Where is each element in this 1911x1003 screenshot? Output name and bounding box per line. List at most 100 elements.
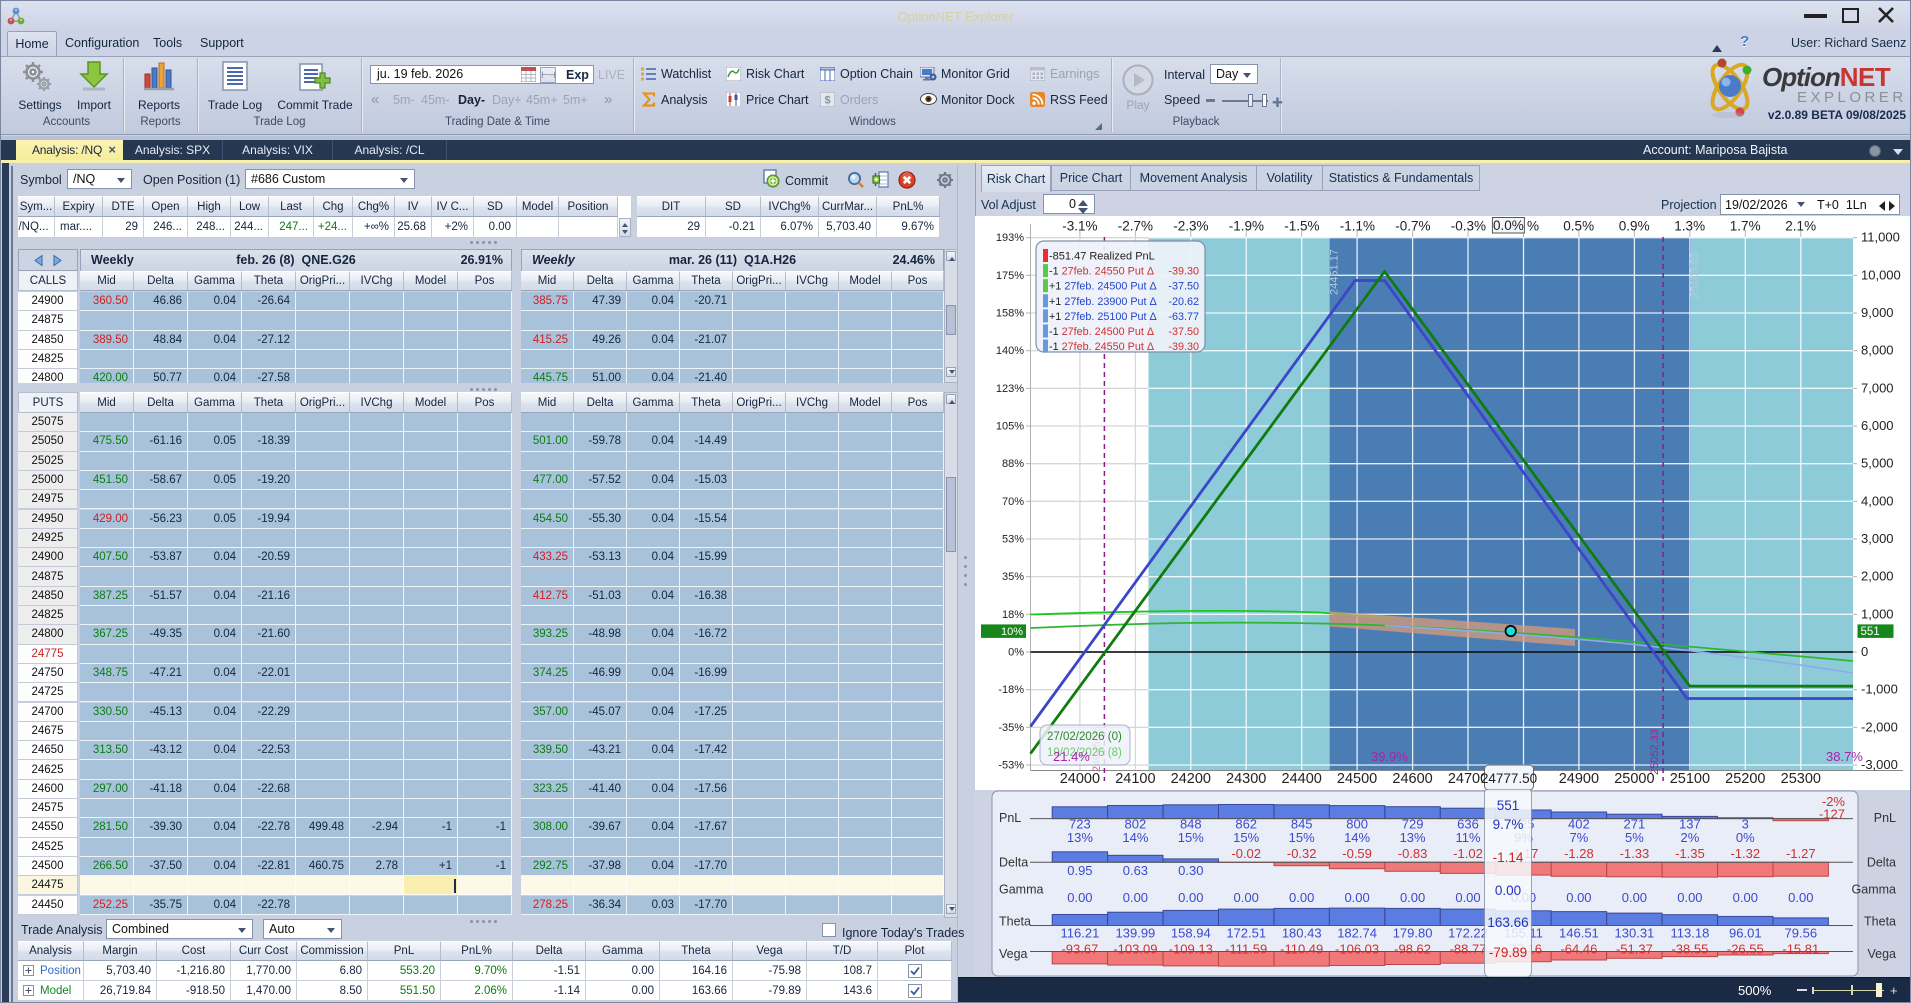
svg-text:180.43: 180.43 <box>1282 926 1322 941</box>
svg-text:-1.33: -1.33 <box>1620 846 1650 861</box>
svg-text:0%: 0% <box>1736 830 1755 845</box>
svg-text:158.94: 158.94 <box>1171 926 1211 941</box>
svg-text:-103.09: -103.09 <box>1113 942 1157 957</box>
svg-text:-1.14: -1.14 <box>1493 850 1524 865</box>
svg-text:-110.49: -110.49 <box>1280 942 1323 957</box>
svg-text:0.30: 0.30 <box>1178 863 1203 878</box>
svg-text:0.00: 0.00 <box>1566 890 1591 905</box>
svg-text:0.00: 0.00 <box>1178 890 1203 905</box>
svg-text:35%: 35% <box>1002 571 1024 583</box>
svg-text:53%: 53% <box>1002 534 1024 546</box>
svg-text:-0.3%: -0.3% <box>1451 219 1486 234</box>
svg-text:-63.77: -63.77 <box>1168 311 1199 323</box>
svg-text:0.00: 0.00 <box>1455 890 1480 905</box>
svg-text:Theta: Theta <box>999 915 1031 929</box>
svg-text:-106.03: -106.03 <box>1335 942 1379 957</box>
svg-text:0.0%: 0.0% <box>1493 218 1524 233</box>
svg-text:-79.89: -79.89 <box>1489 945 1527 960</box>
svg-text:1,000: 1,000 <box>1861 606 1894 621</box>
svg-text:105%: 105% <box>996 421 1024 433</box>
svg-text:3,000: 3,000 <box>1861 531 1894 546</box>
svg-text:-93.67: -93.67 <box>1061 942 1098 957</box>
svg-text:Delta: Delta <box>999 856 1028 870</box>
svg-text:15%: 15% <box>1289 830 1315 845</box>
svg-text:24900: 24900 <box>1559 771 1599 787</box>
svg-text:0%: 0% <box>1008 647 1024 659</box>
svg-text:70%: 70% <box>1002 496 1024 508</box>
svg-text:-851.47 Realized PnL: -851.47 Realized PnL <box>1049 251 1155 263</box>
svg-text:-109.13: -109.13 <box>1169 942 1213 957</box>
svg-text:-3,000: -3,000 <box>1861 757 1898 772</box>
svg-text:-0.83: -0.83 <box>1398 846 1428 861</box>
svg-text:-1 27feb. 24550 Put Δ: -1 27feb. 24550 Put Δ <box>1049 266 1154 278</box>
svg-text:-51.37: -51.37 <box>1616 942 1653 957</box>
svg-text:96.01: 96.01 <box>1729 926 1762 941</box>
svg-text:-0.32: -0.32 <box>1287 846 1317 861</box>
svg-text:Gamma: Gamma <box>1852 883 1897 897</box>
svg-text:0.00: 0.00 <box>1400 890 1425 905</box>
svg-text:-20.62: -20.62 <box>1168 296 1199 308</box>
svg-text:13%: 13% <box>1400 830 1426 845</box>
svg-text:88%: 88% <box>1002 458 1024 470</box>
svg-text:113.18: 113.18 <box>1671 926 1710 941</box>
svg-text:15%: 15% <box>1233 830 1259 845</box>
svg-text:-39.30: -39.30 <box>1168 341 1199 353</box>
svg-text:Delta: Delta <box>1867 856 1896 870</box>
svg-text:-2.3%: -2.3% <box>1173 219 1208 234</box>
svg-text:139.99: 139.99 <box>1116 926 1156 941</box>
svg-text:+1 27feb. 25100 Put Δ: +1 27feb. 25100 Put Δ <box>1049 311 1157 323</box>
svg-text:25300: 25300 <box>1781 771 1821 787</box>
svg-text:24100: 24100 <box>1115 771 1155 787</box>
svg-text:172.22: 172.22 <box>1448 926 1488 941</box>
svg-text:-1 27feb. 24500 Put Δ: -1 27feb. 24500 Put Δ <box>1049 326 1154 338</box>
svg-text:Vega: Vega <box>1867 947 1896 961</box>
svg-text:0.63: 0.63 <box>1123 863 1148 878</box>
svg-text:25000: 25000 <box>1614 771 1654 787</box>
svg-text:1.3%: 1.3% <box>1674 219 1705 234</box>
svg-text:-1.1%: -1.1% <box>1340 219 1375 234</box>
svg-text:PnL: PnL <box>999 811 1021 825</box>
svg-text:0.00: 0.00 <box>1495 883 1521 898</box>
svg-text:39.9%: 39.9% <box>1371 749 1408 764</box>
svg-text:Theta: Theta <box>1864 915 1896 929</box>
svg-text:21.4%: 21.4% <box>1053 749 1090 764</box>
svg-text:0.00: 0.00 <box>1622 890 1647 905</box>
svg-text:0.95: 0.95 <box>1067 863 1092 878</box>
svg-text:182.74: 182.74 <box>1337 926 1377 941</box>
svg-text:0.00: 0.00 <box>1733 890 1758 905</box>
svg-text:-1 27feb. 24550 Put Δ: -1 27feb. 24550 Put Δ <box>1049 341 1154 353</box>
svg-text:130.31: 130.31 <box>1615 926 1655 941</box>
svg-text:0.00: 0.00 <box>1123 890 1148 905</box>
svg-text:14%: 14% <box>1122 830 1148 845</box>
svg-text:4,000: 4,000 <box>1861 493 1894 508</box>
svg-text:27/02/2026 (0): 27/02/2026 (0) <box>1047 731 1122 743</box>
svg-text:140%: 140% <box>996 345 1024 357</box>
svg-text:11%: 11% <box>1455 830 1480 845</box>
svg-text:2%: 2% <box>1681 830 1700 845</box>
svg-text:-53%: -53% <box>998 760 1024 772</box>
svg-text:2,000: 2,000 <box>1861 569 1894 584</box>
svg-text:+1 27feb. 23900 Put Δ: +1 27feb. 23900 Put Δ <box>1049 296 1157 308</box>
svg-text:146.51: 146.51 <box>1559 926 1599 941</box>
svg-text:-37.50: -37.50 <box>1168 326 1199 338</box>
svg-text:24000: 24000 <box>1060 771 1100 787</box>
svg-text:9.7%: 9.7% <box>1493 817 1524 832</box>
svg-text:-3.1%: -3.1% <box>1062 219 1097 234</box>
svg-text:79.56: 79.56 <box>1785 926 1818 941</box>
svg-text:-37.50: -37.50 <box>1168 281 1199 293</box>
svg-text:24500: 24500 <box>1337 771 1377 787</box>
svg-text:0.00: 0.00 <box>1677 890 1702 905</box>
svg-text:-1,000: -1,000 <box>1861 682 1898 697</box>
svg-text:7,000: 7,000 <box>1861 380 1894 395</box>
svg-text:1.7%: 1.7% <box>1730 219 1761 234</box>
svg-text:-98.62: -98.62 <box>1394 942 1431 957</box>
svg-text:0.00: 0.00 <box>1234 890 1259 905</box>
svg-text:13%: 13% <box>1067 830 1093 845</box>
svg-text:-2,000: -2,000 <box>1861 719 1898 734</box>
svg-text:-1.27: -1.27 <box>1786 846 1816 861</box>
svg-text:0.00: 0.00 <box>1067 890 1092 905</box>
svg-text:-0.7%: -0.7% <box>1395 219 1430 234</box>
svg-text:24600: 24600 <box>1392 771 1432 787</box>
svg-text:179.80: 179.80 <box>1393 926 1433 941</box>
svg-text:0.00: 0.00 <box>1788 890 1813 905</box>
